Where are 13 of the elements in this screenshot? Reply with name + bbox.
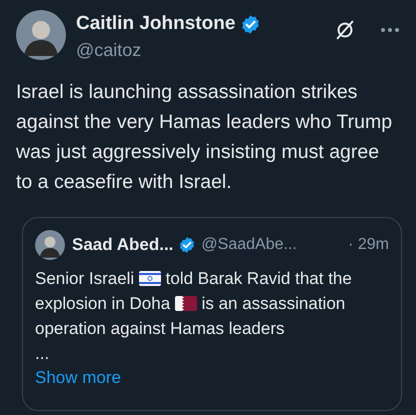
- quote-card[interactable]: Saad Abed... @SaadAbe... · 29m Senior Israeli told Barak Ravid that the explosion in Doha is an assassination operation against Hamas leaders ... Show more: [22, 217, 402, 411]
- avatar[interactable]: [35, 230, 65, 260]
- quote-text: Senior Israeli told Barak Ravid that the explosion in Doha is an assassination operation against Hamas leaders: [35, 268, 353, 340]
- quote-author-handle[interactable]: @SaadAbe...: [201, 233, 297, 257]
- show-more-link[interactable]: Show more: [35, 366, 389, 390]
- more-icon[interactable]: [380, 27, 400, 33]
- author-handle[interactable]: @caitoz: [76, 38, 324, 62]
- ellipsis: ...: [35, 343, 50, 365]
- quote-author-name[interactable]: Saad Abed...: [72, 232, 174, 258]
- tweet-text: Israel is launching assassination strikes against the very Hamas leaders who Trump was just aggressively insisting must agree to a ceasefire with Israel.: [16, 80, 394, 195]
- author-name[interactable]: Caitlin Johnstone: [76, 12, 236, 36]
- quote-time[interactable]: · 29m: [348, 233, 389, 257]
- avatar[interactable]: [16, 10, 66, 60]
